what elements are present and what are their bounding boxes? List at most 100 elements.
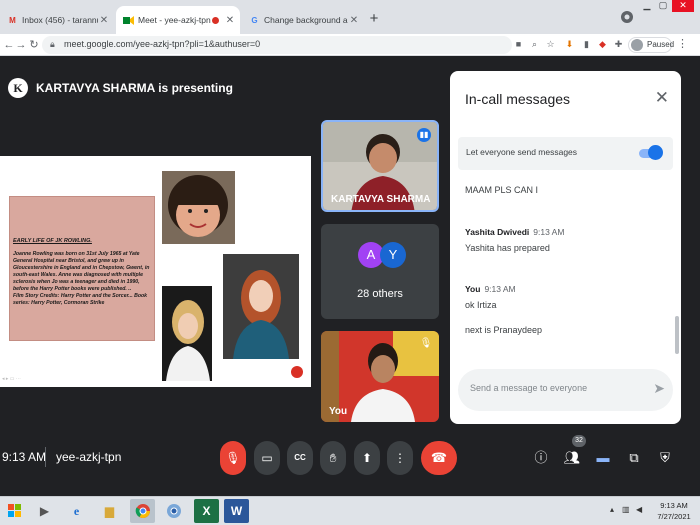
clock-date: 7/27/2021 bbox=[657, 512, 691, 521]
address-toolbar: ← → ↻ 🔒︎ meet.google.com/yee-azkj-tpn?pl… bbox=[0, 34, 700, 56]
activities-icon: ⧉ bbox=[629, 450, 639, 465]
google-icon: G bbox=[251, 15, 258, 25]
address-bar[interactable]: 🔒︎ meet.google.com/yee-azkj-tpn?pli=1&au… bbox=[42, 36, 512, 54]
chat-button[interactable]: ▬ bbox=[594, 448, 612, 468]
window-close-button[interactable]: ✕ bbox=[672, 0, 694, 12]
meet-icon bbox=[123, 15, 134, 26]
start-button[interactable] bbox=[2, 499, 27, 523]
present-button[interactable]: ⬆ bbox=[354, 441, 380, 475]
message-time: 9:13 AM bbox=[533, 227, 565, 237]
people-button[interactable]: 👥︎ bbox=[563, 448, 581, 468]
forward-button[interactable]: → bbox=[14, 37, 28, 53]
slide-controls[interactable]: ◂ ▸ ▭ ⋯ bbox=[2, 376, 21, 382]
participant-tile-others[interactable]: A Y 28 others bbox=[321, 224, 439, 319]
sender-name: You bbox=[465, 284, 481, 294]
participant-name: You bbox=[329, 406, 348, 417]
extension-icon[interactable]: ▮ bbox=[580, 38, 593, 51]
muted-mic-icon: 🎙︎ bbox=[419, 338, 433, 349]
chrome-canary-icon[interactable] bbox=[161, 499, 186, 523]
message-sender: You 9:13 AM bbox=[465, 284, 516, 294]
more-options-button[interactable]: ⋮ bbox=[387, 441, 413, 475]
extension-red-icon[interactable]: ◆ bbox=[596, 38, 609, 51]
maximize-button[interactable]: ▢ bbox=[656, 0, 670, 12]
mic-off-icon: 🎙︎ bbox=[225, 451, 241, 465]
close-icon[interactable]: ✕ bbox=[348, 15, 360, 26]
meeting-code: yee-azkj-tpn bbox=[56, 450, 122, 464]
chat-permission-row: Let everyone send messages bbox=[458, 137, 673, 170]
file-explorer-icon[interactable]: ▆ bbox=[97, 499, 122, 523]
hand-icon: ✋︎ bbox=[329, 451, 337, 465]
slide-photo-portrait-1 bbox=[162, 286, 212, 381]
slide-heading: EARLY LIFE OF JK ROWLING. bbox=[13, 238, 92, 244]
activities-button[interactable]: ⧉ bbox=[625, 448, 643, 468]
message-time: 9:13 AM bbox=[484, 284, 516, 294]
profile-avatar-icon[interactable] bbox=[618, 10, 636, 23]
taskbar-clock[interactable]: 9:13 AM 7/27/2021 bbox=[652, 500, 696, 522]
mic-off-button[interactable]: 🎙︎ bbox=[220, 441, 246, 475]
raise-hand-button[interactable]: ✋︎ bbox=[320, 441, 346, 475]
zoom-icon[interactable]: ⌕ bbox=[528, 38, 541, 51]
slide-credits: Film Story Credits: Harry Potter and the… bbox=[13, 293, 148, 306]
divider bbox=[45, 447, 46, 467]
excel-icon[interactable]: X bbox=[194, 499, 219, 523]
leave-call-button[interactable]: ☎︎ bbox=[421, 441, 457, 475]
send-icon[interactable]: ➤ bbox=[653, 380, 665, 397]
download-extension-icon[interactable]: ⬇ bbox=[563, 38, 576, 51]
presentation-slide: EARLY LIFE OF JK ROWLING. Joanne Rowling… bbox=[0, 156, 311, 387]
participant-count-badge: 32 bbox=[572, 435, 586, 447]
word-icon[interactable]: W bbox=[224, 499, 249, 523]
lock-icon: 🔒︎ bbox=[50, 39, 55, 49]
slide-photo-child bbox=[162, 171, 235, 244]
slide-photo-portrait-2 bbox=[223, 254, 299, 359]
captions-button[interactable]: CC bbox=[287, 441, 313, 475]
close-icon[interactable]: ✕ bbox=[98, 15, 110, 26]
tray-arrow-icon[interactable]: ▴ bbox=[610, 505, 614, 514]
camera-button[interactable]: ▭ bbox=[254, 441, 280, 475]
people-icon: 👥︎ bbox=[563, 450, 581, 465]
others-count-label: 28 others bbox=[357, 288, 403, 300]
slide-text-box: EARLY LIFE OF JK ROWLING. Joanne Rowling… bbox=[9, 196, 155, 341]
sender-name: Yashita Dwivedi bbox=[465, 227, 530, 237]
message-input[interactable]: Send a message to everyone ➤ bbox=[458, 369, 673, 411]
slide-body: Joanne Rowling was born on 31st July 196… bbox=[13, 251, 150, 292]
avatar bbox=[631, 39, 643, 51]
participant-name: KARTAVYA SHARMA bbox=[331, 194, 431, 205]
reload-button[interactable]: ↻ bbox=[27, 37, 41, 53]
message-sender: Yashita Dwivedi 9:13 AM bbox=[465, 227, 564, 237]
windows-taskbar: ▶ e ▆ X W ▴ ▥ ◀ 9:13 AM 7/27/2021 bbox=[0, 496, 700, 525]
presenter-avatar: K bbox=[8, 78, 28, 98]
profile-paused-button[interactable]: Paused bbox=[628, 37, 674, 53]
chat-message: Yashita has prepared bbox=[465, 243, 550, 253]
volume-icon[interactable]: ◀ bbox=[636, 505, 642, 514]
camera-in-use-icon[interactable]: ■ bbox=[512, 38, 525, 51]
participant-tile-presenter[interactable]: ▮▮ KARTAVYA SHARMA bbox=[321, 120, 439, 212]
chat-message: next is Pranaydeep bbox=[465, 325, 543, 335]
new-tab-button[interactable]: + bbox=[366, 11, 382, 27]
chat-scrollbar[interactable] bbox=[675, 316, 679, 354]
media-player-icon[interactable]: ▶ bbox=[32, 499, 57, 523]
meeting-details-button[interactable]: ⓘ bbox=[532, 448, 550, 468]
internet-explorer-icon[interactable]: e bbox=[64, 499, 89, 523]
info-icon: ⓘ bbox=[534, 450, 548, 465]
minimize-button[interactable]: ▁ bbox=[640, 0, 654, 12]
extensions-puzzle-icon[interactable]: ✚ bbox=[612, 38, 625, 51]
clock-time: 9:13 AM bbox=[660, 501, 688, 510]
camera-icon: ▭ bbox=[261, 451, 273, 465]
toggle-knob[interactable] bbox=[648, 145, 663, 160]
close-icon[interactable]: ✕ bbox=[224, 15, 236, 26]
close-panel-button[interactable]: ✕ bbox=[655, 88, 669, 108]
participant-tile-self[interactable]: 🎙︎ You bbox=[321, 331, 439, 422]
network-icon[interactable]: ▥ bbox=[622, 505, 630, 514]
browser-menu-icon[interactable]: ⋮ bbox=[676, 38, 689, 51]
bookmark-star-icon[interactable]: ☆ bbox=[544, 38, 557, 51]
chat-icon: ▬ bbox=[596, 450, 610, 465]
tab-inbox[interactable]: M Inbox (456) - tarannum@theindi... ✕ bbox=[0, 6, 114, 34]
host-controls-button[interactable]: ⛨ bbox=[656, 448, 674, 468]
chrome-icon[interactable] bbox=[130, 499, 155, 523]
tab-change-background[interactable]: G Change background and use eff... ✕ bbox=[242, 6, 364, 34]
tab-meet[interactable]: Meet - yee-azkj-tpn ✕ bbox=[116, 6, 240, 34]
present-icon: ⬆ bbox=[361, 451, 373, 465]
more-vert-icon: ⋮ bbox=[394, 451, 406, 465]
tab-title: Change background and use eff... bbox=[264, 15, 348, 25]
captions-icon: CC bbox=[294, 453, 306, 462]
